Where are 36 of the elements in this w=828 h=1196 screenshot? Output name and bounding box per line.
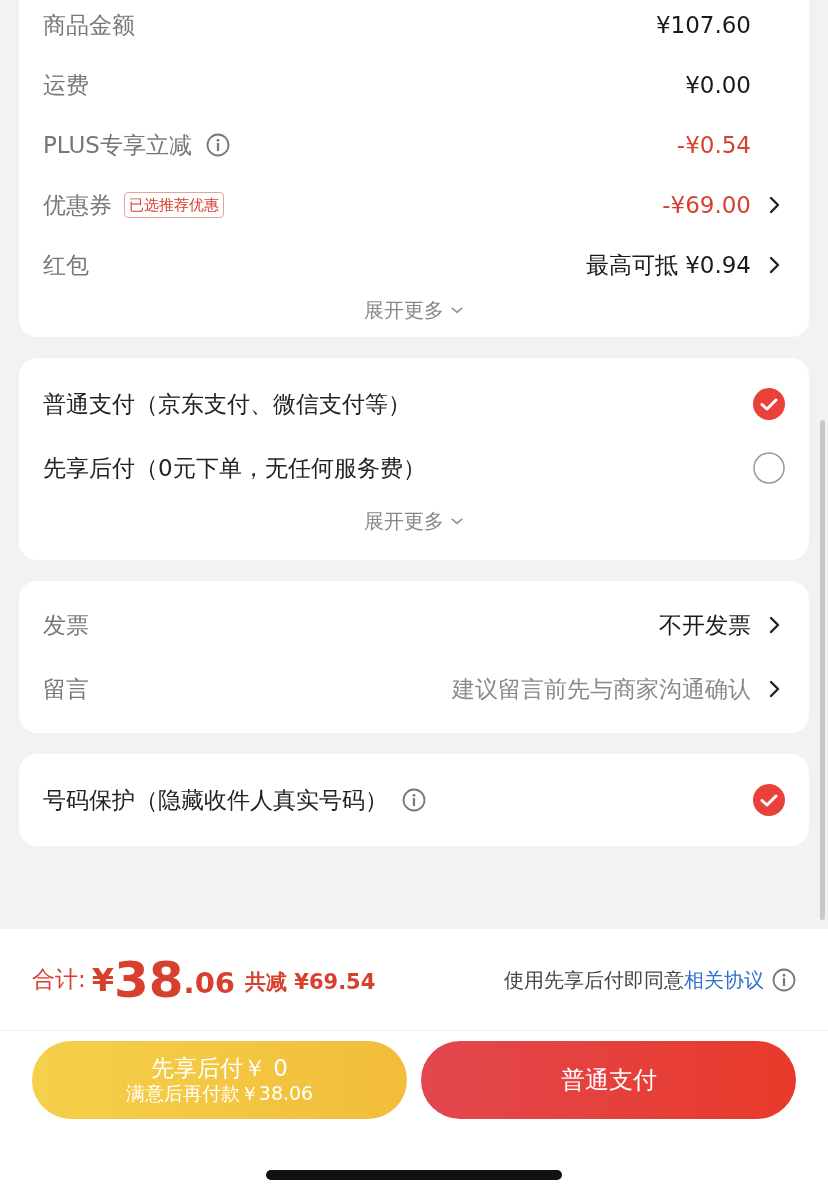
row-label: 优惠券 bbox=[43, 190, 112, 220]
row-value: ¥107.60 bbox=[655, 10, 751, 40]
checked-radio[interactable] bbox=[753, 388, 785, 420]
row-label: PLUS专享立减 bbox=[43, 130, 192, 160]
row-value[interactable]: 不开发票 bbox=[659, 607, 751, 643]
coupon-tag: 已选推荐优惠 bbox=[124, 191, 224, 219]
row-label: 红包 bbox=[43, 250, 89, 280]
chevron-down-icon[interactable] bbox=[450, 516, 464, 526]
row-label: 发票 bbox=[43, 610, 89, 640]
row-value[interactable]: 建议留言前先与商家沟通确认 bbox=[452, 671, 751, 707]
total-label: 合计: bbox=[32, 965, 86, 995]
checked-radio[interactable] bbox=[753, 784, 785, 816]
info-icon[interactable] bbox=[772, 967, 796, 992]
agreement-link[interactable]: 相关协议 bbox=[684, 967, 764, 992]
total-amount: 38 bbox=[114, 954, 184, 1005]
payment-option[interactable]: 先享后付（0元下单，无任何服务费） bbox=[43, 450, 426, 486]
info-icon[interactable] bbox=[206, 133, 230, 157]
row-value: 最高可抵 ¥0.94 bbox=[585, 250, 751, 280]
row-label: 商品金额 bbox=[43, 10, 135, 40]
saving-amount: 共减 ¥69.54 bbox=[245, 968, 376, 996]
expand-more-link[interactable]: 展开更多 bbox=[364, 295, 464, 325]
payment-option[interactable]: 普通支付（京东支付、微信支付等） bbox=[43, 386, 411, 422]
row-value: ¥0.00 bbox=[685, 70, 751, 100]
chevron-down-icon[interactable] bbox=[450, 305, 464, 315]
row-label: 留言 bbox=[43, 674, 89, 704]
expand-more-link[interactable]: 展开更多 bbox=[364, 506, 464, 536]
radio-button[interactable] bbox=[753, 452, 785, 484]
row-value: -¥69.00 bbox=[662, 190, 751, 220]
privacy-label: 号码保护（隐藏收件人真实号码） bbox=[43, 785, 388, 815]
pay-button[interactable]: 普通支付 bbox=[421, 1041, 796, 1119]
agreement-text: 使用先享后付即同意相关协议 bbox=[504, 966, 764, 994]
info-icon[interactable] bbox=[402, 788, 426, 812]
total-decimal: .06 bbox=[183, 964, 235, 1002]
row-value: -¥0.54 bbox=[676, 130, 751, 160]
row-label: 运费 bbox=[43, 70, 89, 100]
currency-sign: ¥ bbox=[91, 959, 114, 1001]
